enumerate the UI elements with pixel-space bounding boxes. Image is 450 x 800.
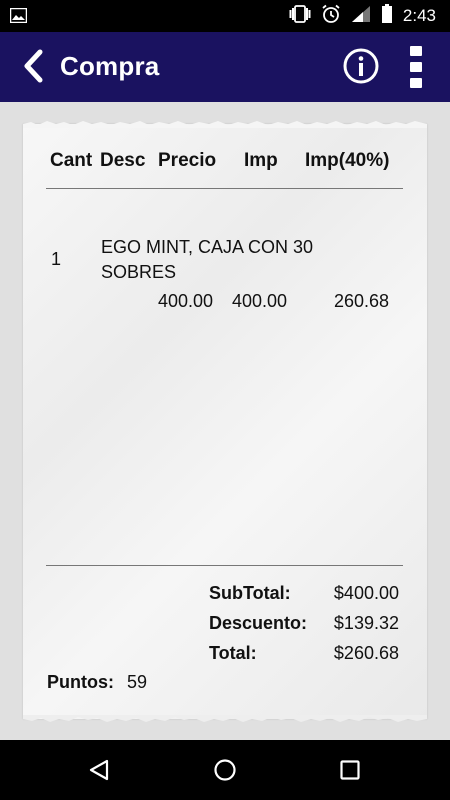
column-header-cant: Cant: [50, 150, 93, 171]
alarm-icon: [321, 4, 341, 29]
column-header-desc: Desc: [100, 150, 146, 171]
app-bar: Compra: [0, 32, 450, 102]
total-label: Total:: [209, 643, 257, 663]
page-title: Compra: [60, 51, 160, 81]
column-header-imp-40: Imp(40%): [305, 150, 390, 171]
image-icon: [9, 7, 28, 28]
status-bar: 2:43: [0, 0, 450, 32]
points-value: 59: [127, 672, 148, 692]
column-header-imp: Imp: [244, 150, 278, 171]
item-description: EGO MINT, CAJA CON 30 SOBRES: [101, 237, 314, 282]
recents-square-icon[interactable]: [335, 755, 365, 785]
content-area: Cant Desc Precio Imp Imp(40%) 1 EGO MINT…: [0, 102, 450, 740]
item-qty: 1: [51, 249, 62, 269]
item-amount: 400.00: [232, 291, 288, 311]
home-circle-icon[interactable]: [210, 755, 240, 785]
discount-value: $139.32: [333, 613, 399, 633]
subtotal-value: $400.00: [333, 583, 399, 603]
back-chevron-icon[interactable]: [22, 46, 52, 86]
header-divider: [46, 188, 403, 189]
battery-icon: [381, 3, 393, 29]
total-value: $260.68: [333, 643, 399, 663]
info-icon[interactable]: [341, 46, 381, 86]
totals-divider: [46, 565, 403, 566]
points-label: Puntos:: [47, 672, 114, 692]
navigation-bar: [0, 740, 450, 800]
receipt-paper: Cant Desc Precio Imp Imp(40%) 1 EGO MINT…: [23, 121, 427, 722]
item-tax: 260.68: [334, 291, 390, 311]
status-time: 2:43: [402, 6, 436, 25]
column-header-precio: Precio: [158, 150, 217, 171]
vibrate-icon: [289, 4, 311, 28]
overflow-menu-icon[interactable]: [404, 46, 428, 88]
discount-label: Descuento:: [209, 613, 308, 633]
subtotal-label: SubTotal:: [209, 583, 291, 603]
item-price: 400.00: [158, 291, 214, 311]
back-triangle-icon[interactable]: [84, 755, 114, 785]
signal-icon: [351, 5, 371, 28]
